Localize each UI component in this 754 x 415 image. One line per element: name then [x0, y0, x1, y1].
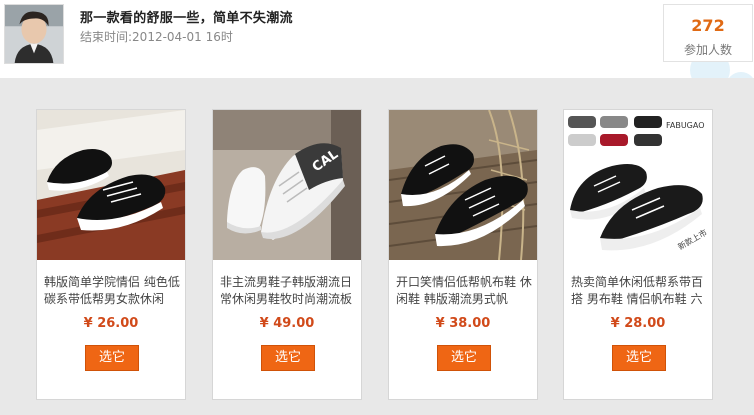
- product-name[interactable]: 韩版简单学院情侣 纯色低碳系带低帮男女款休闲: [44, 274, 180, 308]
- product-card: 开口笑情侣低帮帆布鞋 休闲鞋 韩版潮流男式帆 ¥ 38.00 选它: [388, 109, 538, 400]
- activity-header: 那一款看的舒服一些，简单不失潮流 结束时间:2012-04-01 16时 272…: [0, 0, 754, 102]
- brand-label: FABUGAO: [666, 121, 705, 130]
- product-price: ¥ 26.00: [83, 316, 139, 331]
- product-image[interactable]: [389, 110, 537, 260]
- participants-label: 参加人数: [683, 43, 732, 57]
- participants-box: 272 参加人数: [663, 4, 753, 62]
- end-time: 结束时间:2012-04-01 16时: [80, 30, 233, 44]
- product-image[interactable]: CAL: [213, 110, 361, 260]
- product-name[interactable]: 开口笑情侣低帮帆布鞋 休闲鞋 韩版潮流男式帆: [396, 274, 532, 308]
- product-card: 韩版简单学院情侣 纯色低碳系带低帮男女款休闲 ¥ 26.00 选它: [36, 109, 186, 400]
- activity-title: 那一款看的舒服一些，简单不失潮流: [80, 11, 293, 26]
- product-image[interactable]: [37, 110, 185, 260]
- product-price: ¥ 28.00: [610, 316, 666, 331]
- product-card: CAL 非主流男鞋子韩版潮流日常休闲男鞋牧时尚潮流板 ¥ 49.00 选它: [212, 109, 362, 400]
- product-name[interactable]: 热卖简单休闲低帮系带百搭 男布鞋 情侣帆布鞋 六: [571, 274, 707, 308]
- product-price: ¥ 38.00: [435, 316, 491, 331]
- product-name[interactable]: 非主流男鞋子韩版潮流日常休闲男鞋牧时尚潮流板: [220, 274, 356, 308]
- product-panel: 韩版简单学院情侣 纯色低碳系带低帮男女款休闲 ¥ 26.00 选它 CAL 非主…: [0, 78, 754, 415]
- user-avatar[interactable]: [4, 4, 64, 64]
- product-card: FABUGAO 新款上市 热卖简单休闲低帮系带百搭 男布鞋 情侣帆布鞋 六 ¥ …: [563, 109, 713, 400]
- product-price: ¥ 49.00: [259, 316, 315, 331]
- product-image[interactable]: FABUGAO 新款上市: [564, 110, 712, 260]
- choose-button[interactable]: 选它: [437, 345, 491, 371]
- choose-button[interactable]: 选它: [85, 345, 139, 371]
- choose-button[interactable]: 选它: [612, 345, 666, 371]
- participants-count: 272: [691, 16, 725, 35]
- choose-button[interactable]: 选它: [261, 345, 315, 371]
